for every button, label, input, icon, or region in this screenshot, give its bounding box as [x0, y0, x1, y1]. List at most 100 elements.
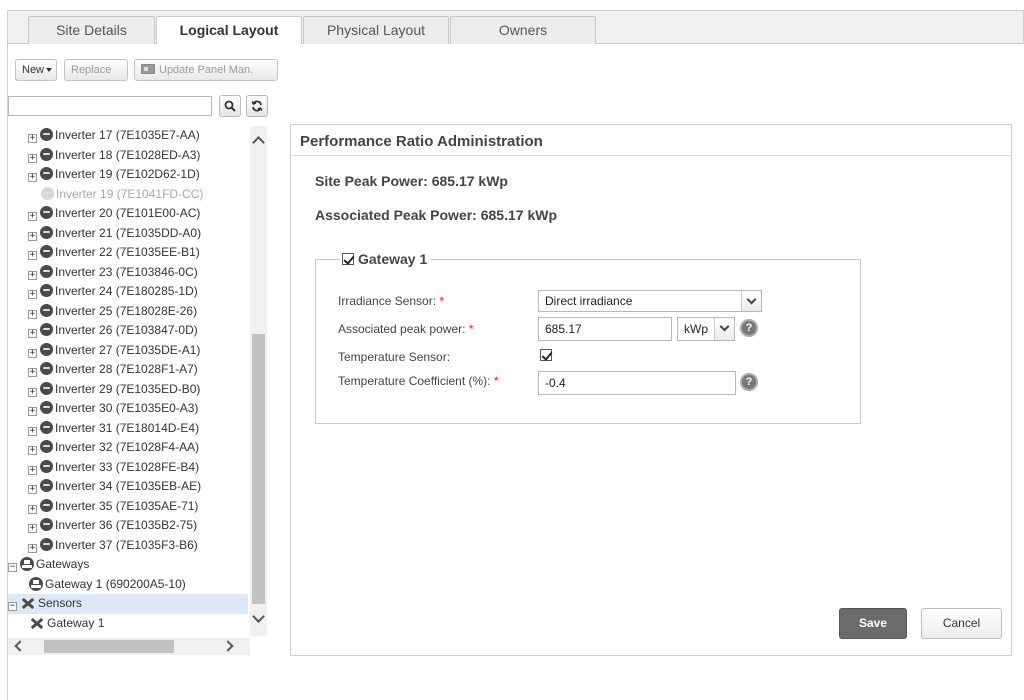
tree-item[interactable]: + Inverter 36 (7E1035B2-75): [8, 516, 248, 536]
expand-icon[interactable]: +: [28, 485, 37, 494]
expand-icon[interactable]: +: [28, 329, 37, 338]
tree-item[interactable]: + Inverter 17 (7E1035E7-AA): [8, 126, 248, 146]
inverter-icon: [40, 362, 53, 375]
tree-item[interactable]: + Inverter 23 (7E103846-0C): [8, 263, 248, 283]
scroll-down-icon[interactable]: [252, 610, 265, 623]
tree-item-label: Inverter 17 (7E1035E7-AA): [55, 128, 200, 142]
tree-item[interactable]: + Inverter 29 (7E1035ED-B0): [8, 380, 248, 400]
expand-icon[interactable]: +: [28, 465, 37, 475]
chevron-down-icon: [741, 291, 761, 311]
tree-item[interactable]: + Inverter 20 (7E101E00-AC): [8, 204, 248, 224]
expand-icon[interactable]: +: [28, 387, 37, 397]
tab-physical-layout[interactable]: Physical Layout: [303, 16, 449, 45]
tree-item[interactable]: + Inverter 37 (7E1035F3-B6): [8, 536, 248, 556]
tree-item-label: Inverter 29 (7E1035ED-B0): [55, 381, 201, 396]
expand-icon[interactable]: +: [28, 173, 37, 182]
cancel-button[interactable]: Cancel: [921, 608, 1002, 639]
scroll-right-icon[interactable]: [222, 640, 234, 652]
expand-icon[interactable]: +: [28, 446, 37, 455]
tree-item[interactable]: + Inverter 35 (7E1035AE-71): [8, 497, 248, 517]
temperature-coefficient-input[interactable]: -0.4: [538, 371, 736, 395]
temperature-sensor-checkbox[interactable]: [540, 349, 552, 361]
search-button[interactable]: [219, 95, 241, 117]
expand-icon[interactable]: +: [28, 543, 37, 553]
tab-site-details[interactable]: Site Details: [28, 16, 155, 45]
tree-item[interactable]: Inverter 19 (7E1041FD-CC): [8, 185, 248, 205]
tree-item-label: Inverter 24 (7E180285-1D): [55, 284, 198, 298]
tree-item[interactable]: + Inverter 21 (7E1035DD-A0): [8, 224, 248, 244]
gateway-legend[interactable]: Gateway 1: [340, 250, 432, 268]
inverter-icon: [40, 401, 53, 414]
tree-item-label: Inverter 19 (7E1041FD-CC): [56, 186, 204, 201]
search-input[interactable]: [8, 96, 212, 116]
tree-item-label: Inverter 21 (7E1035DD-A0): [55, 225, 202, 240]
inverter-icon: [40, 537, 53, 551]
expand-icon[interactable]: +: [28, 407, 37, 416]
expand-icon[interactable]: +: [28, 290, 37, 299]
peak-power-unit-select[interactable]: kWp: [677, 317, 735, 341]
tree-item-label: Inverter 27 (7E1035DE-A1): [55, 342, 201, 357]
tree-item[interactable]: + Inverter 33 (7E1028FE-B4): [8, 458, 248, 478]
help-icon[interactable]: ?: [740, 373, 758, 391]
tree-item[interactable]: + Inverter 22 (7E1035EE-B1): [8, 243, 248, 263]
tree-item[interactable]: + Inverter 25 (7E18028E-26): [8, 302, 248, 322]
inverter-icon: [41, 186, 54, 200]
irradiance-sensor-select[interactable]: Direct irradiance: [538, 290, 762, 312]
tree-horizontal-scrollbar[interactable]: [8, 638, 250, 655]
refresh-button[interactable]: [246, 95, 268, 117]
scroll-left-icon[interactable]: [14, 640, 26, 652]
tree-item[interactable]: + Inverter 26 (7E103847-0D): [8, 321, 248, 341]
tree-item-sensors[interactable]: − Sensors: [8, 594, 248, 614]
scroll-up-icon[interactable]: [252, 136, 265, 149]
tab-logical-layout[interactable]: Logical Layout: [156, 16, 302, 46]
tree-item[interactable]: + Inverter 34 (7E1035EB-AE): [8, 477, 248, 497]
tree-vertical-scrollbar[interactable]: [250, 126, 267, 636]
save-button[interactable]: Save: [839, 608, 907, 639]
tree-item-label: Inverter 32 (7E1028F4-AA): [55, 440, 200, 454]
tree-item[interactable]: + Inverter 32 (7E1028F4-AA): [8, 438, 248, 458]
inverter-icon: [40, 518, 53, 531]
tree-item[interactable]: + Inverter 19 (7E102D62-1D): [8, 165, 248, 185]
expand-icon[interactable]: +: [28, 426, 37, 436]
inverter-icon: [40, 381, 53, 395]
gateway-checkbox[interactable]: [342, 253, 354, 265]
help-icon[interactable]: ?: [740, 319, 758, 337]
expand-icon[interactable]: +: [28, 309, 37, 319]
expand-icon[interactable]: +: [28, 348, 37, 358]
expand-icon[interactable]: +: [28, 153, 37, 163]
expand-icon[interactable]: +: [28, 524, 37, 533]
expand-icon[interactable]: +: [28, 251, 37, 260]
required-mark: *: [493, 374, 499, 388]
tree-item[interactable]: + Inverter 30 (7E1035E0-A3): [8, 399, 248, 419]
tree-item[interactable]: + Inverter 31 (7E18014D-E4): [8, 419, 248, 439]
associated-peak-power: Associated Peak Power: 685.17 kWp: [315, 207, 557, 223]
irradiance-sensor-value: Direct irradiance: [545, 294, 633, 308]
scroll-thumb[interactable]: [252, 334, 265, 604]
tree-item[interactable]: + Inverter 27 (7E1035DE-A1): [8, 341, 248, 361]
tree-item-label: Inverter 20 (7E101E00-AC): [55, 206, 201, 220]
inverter-icon: [40, 264, 53, 278]
new-button[interactable]: New: [15, 59, 57, 81]
tab-owners[interactable]: Owners: [450, 16, 596, 45]
tree-item-label: Gateway 1: [47, 615, 105, 630]
replace-button[interactable]: Replace: [64, 59, 128, 81]
expand-icon[interactable]: +: [28, 231, 37, 241]
expand-icon[interactable]: +: [28, 368, 37, 377]
tree-item[interactable]: + Inverter 28 (7E1028F1-A7): [8, 360, 248, 380]
collapse-icon[interactable]: −: [8, 563, 17, 572]
peak-power-input[interactable]: 685.17: [538, 317, 672, 341]
tree-item[interactable]: Gateway 1: [8, 614, 248, 634]
expand-icon[interactable]: +: [28, 134, 37, 143]
expand-icon[interactable]: +: [28, 504, 37, 514]
tree-item-gateways[interactable]: − Gateways: [8, 555, 248, 575]
expand-icon[interactable]: +: [28, 212, 37, 221]
scroll-thumb[interactable]: [44, 640, 174, 653]
update-panel-button[interactable]: Update Panel Man.: [134, 59, 278, 81]
tree-item[interactable]: + Inverter 18 (7E1028ED-A3): [8, 146, 248, 166]
expand-icon[interactable]: +: [28, 270, 37, 280]
collapse-icon[interactable]: −: [8, 602, 17, 611]
inverter-icon: [40, 245, 53, 258]
tree-item[interactable]: Gateway 1 (690200A5-10): [8, 575, 248, 595]
replace-button-label: Replace: [71, 64, 112, 76]
tree-item[interactable]: + Inverter 24 (7E180285-1D): [8, 282, 248, 302]
